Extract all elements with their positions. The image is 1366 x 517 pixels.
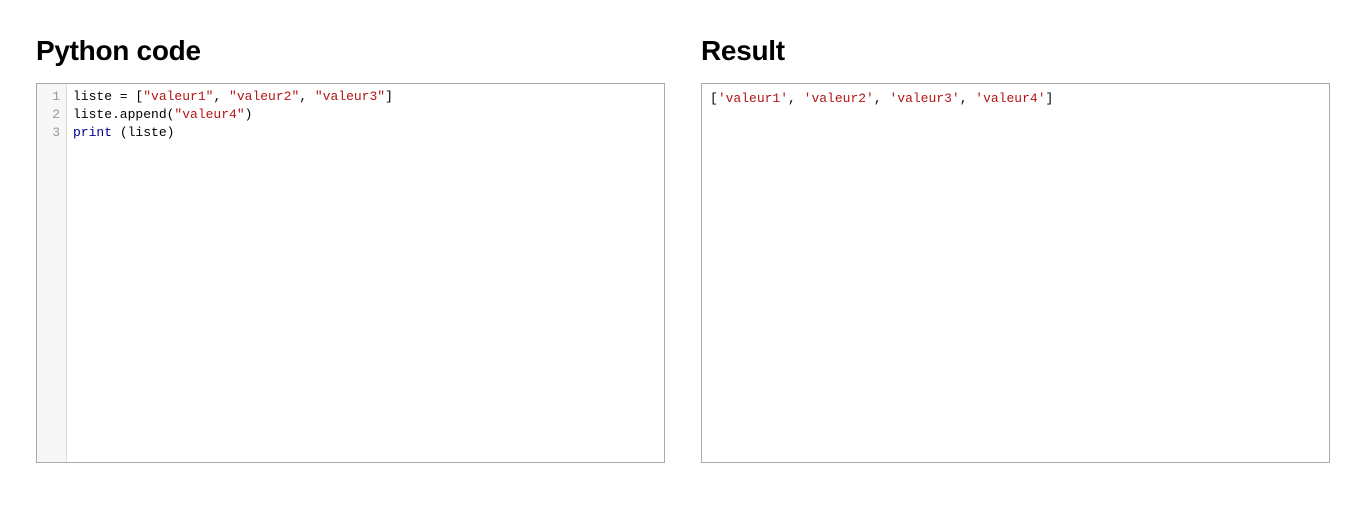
- output-token: ,: [960, 91, 976, 106]
- output-token: [: [710, 91, 718, 106]
- code-panel-title: Python code: [36, 35, 665, 67]
- line-number: 1: [45, 88, 60, 106]
- line-number: 3: [45, 124, 60, 142]
- code-panel: Python code 123 liste = ["valeur1", "val…: [36, 35, 665, 463]
- output-token: ]: [1046, 91, 1054, 106]
- line-number: 2: [45, 106, 60, 124]
- main-container: Python code 123 liste = ["valeur1", "val…: [36, 35, 1330, 463]
- code-token: (liste): [112, 125, 174, 140]
- output-token: 'valeur3': [889, 91, 959, 106]
- code-line[interactable]: print (liste): [73, 124, 658, 142]
- output-token: ,: [788, 91, 804, 106]
- code-token: liste.append(: [73, 107, 174, 122]
- code-token: "valeur2": [229, 89, 299, 104]
- output-token: ,: [874, 91, 890, 106]
- code-token: ,: [213, 89, 229, 104]
- result-panel-title: Result: [701, 35, 1330, 67]
- output-token: 'valeur4': [975, 91, 1045, 106]
- code-content[interactable]: liste = ["valeur1", "valeur2", "valeur3"…: [67, 84, 664, 462]
- code-token: liste = [: [73, 89, 143, 104]
- result-output: ['valeur1', 'valeur2', 'valeur3', 'valeu…: [701, 83, 1330, 463]
- output-token: 'valeur1': [718, 91, 788, 106]
- code-token: print: [73, 125, 112, 140]
- code-token: ,: [299, 89, 315, 104]
- code-editor[interactable]: 123 liste = ["valeur1", "valeur2", "vale…: [36, 83, 665, 463]
- output-token: 'valeur2': [804, 91, 874, 106]
- code-line[interactable]: liste = ["valeur1", "valeur2", "valeur3"…: [73, 88, 658, 106]
- result-panel: Result ['valeur1', 'valeur2', 'valeur3',…: [701, 35, 1330, 463]
- code-token: "valeur3": [315, 89, 385, 104]
- code-gutter: 123: [37, 84, 67, 462]
- code-token: ]: [385, 89, 393, 104]
- code-line[interactable]: liste.append("valeur4"): [73, 106, 658, 124]
- code-token: "valeur1": [143, 89, 213, 104]
- code-token: ): [245, 107, 253, 122]
- code-token: "valeur4": [174, 107, 244, 122]
